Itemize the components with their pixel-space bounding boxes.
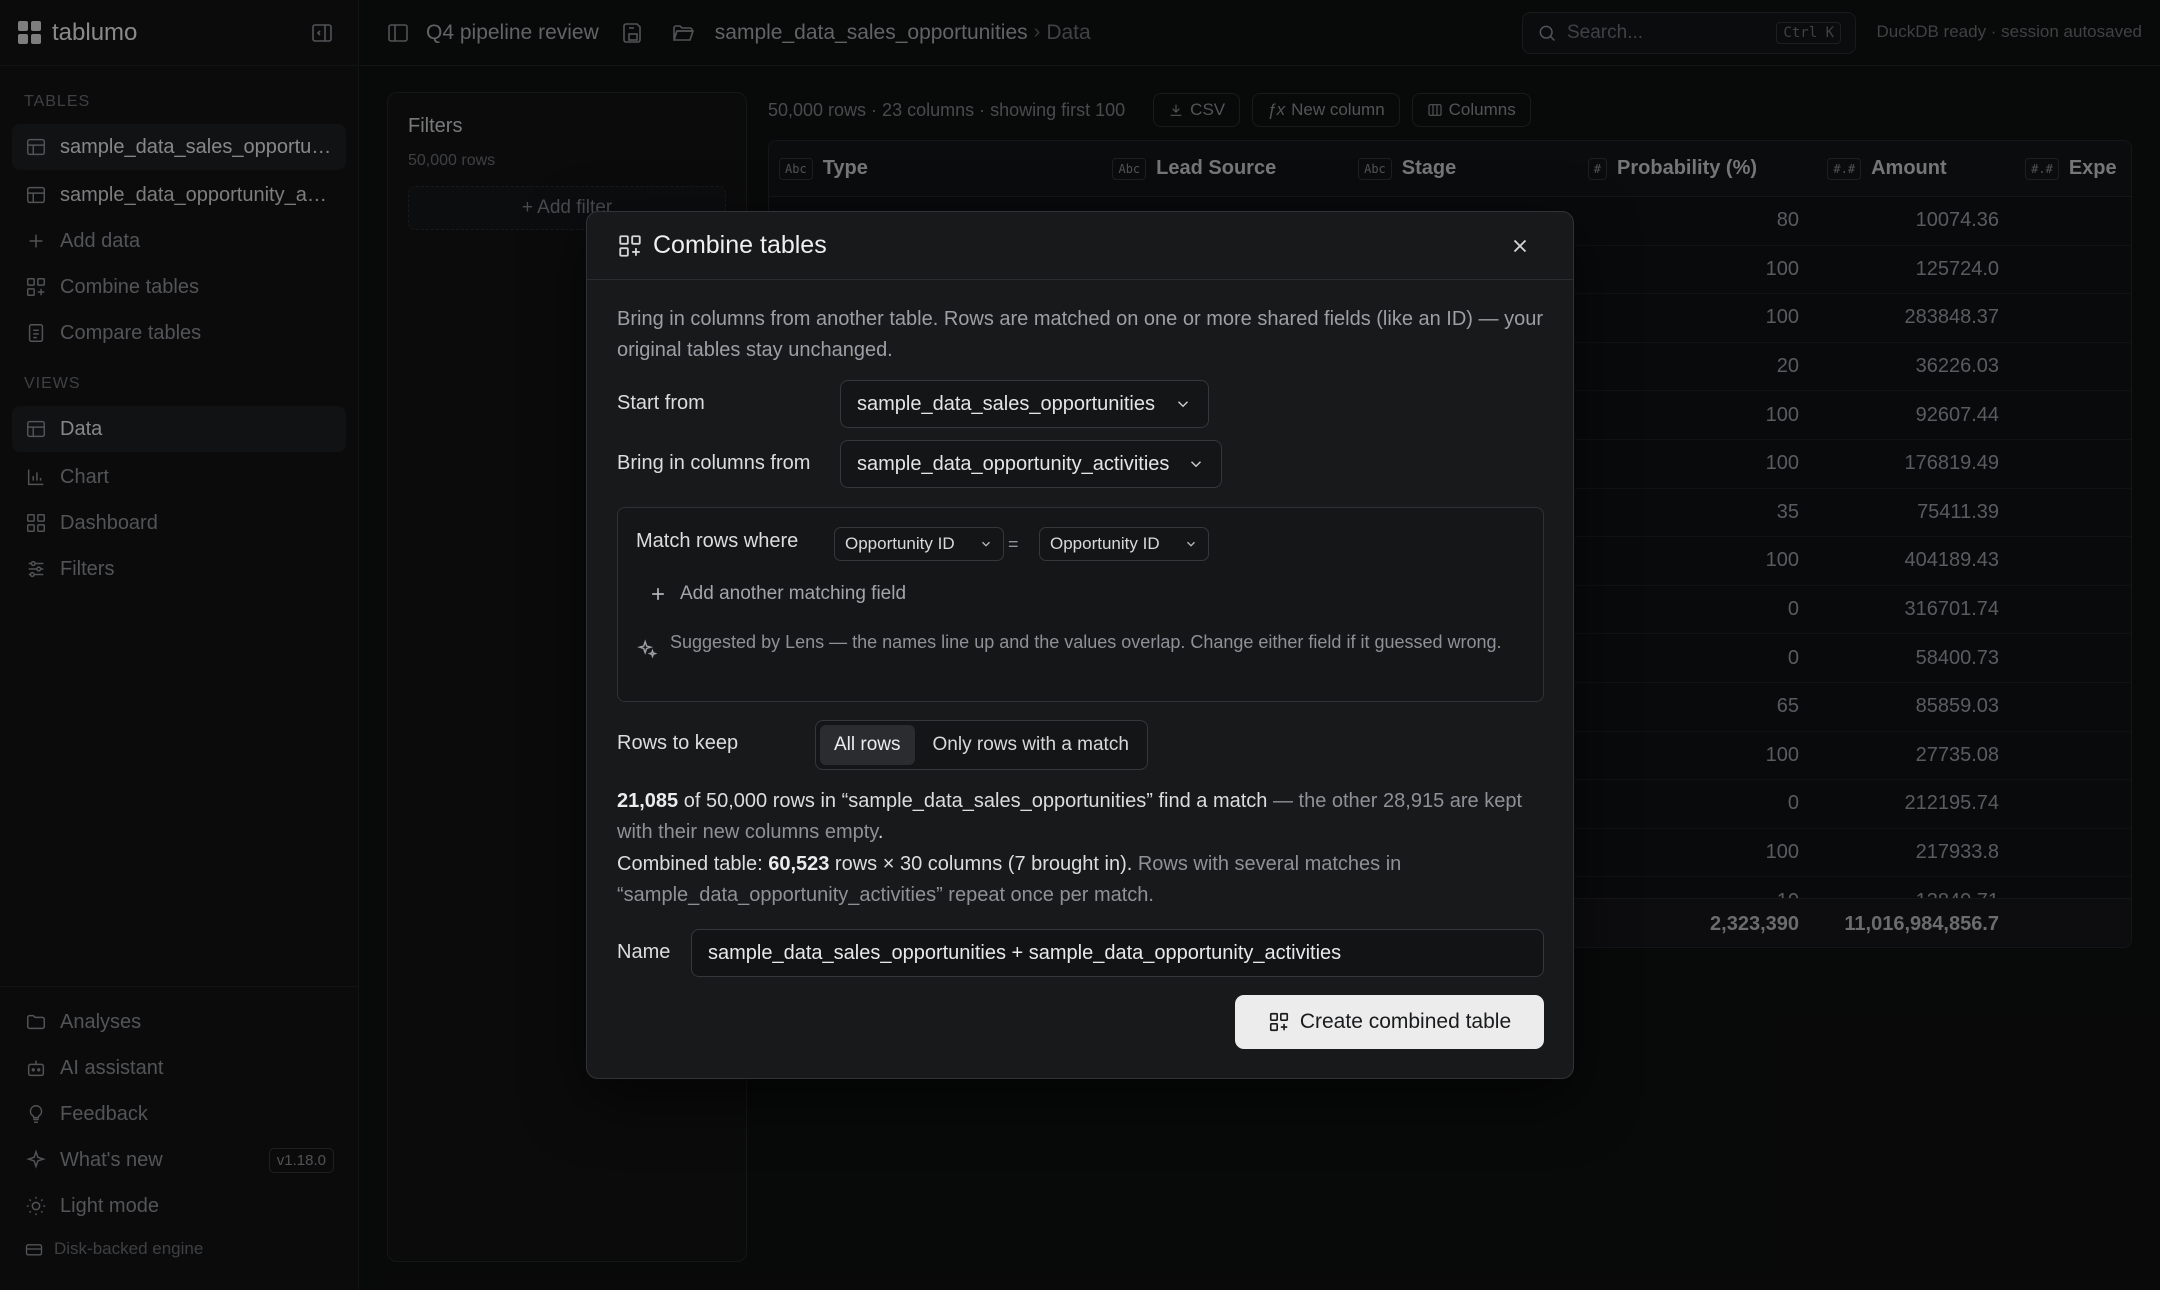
left-match-field-value: Opportunity ID	[845, 534, 955, 553]
combine-tables-dialog: Combine tables Bring in columns from ano…	[586, 211, 1574, 1079]
chevron-down-icon	[979, 537, 993, 551]
combine-icon	[617, 233, 643, 259]
right-match-field-select[interactable]: Opportunity ID	[1039, 527, 1209, 561]
rows-option-all[interactable]: All rows	[820, 725, 915, 765]
add-matching-field-button[interactable]: Add another matching field	[648, 583, 906, 605]
start-from-select[interactable]: sample_data_sales_opportunities	[840, 380, 1209, 428]
combined-summary: Combined table: 60,523 rows × 30 columns…	[617, 849, 1547, 911]
rows-to-keep-toggle: All rows Only rows with a match	[815, 720, 1148, 770]
left-match-field-select[interactable]: Opportunity ID	[834, 527, 1004, 561]
rows-to-keep-label: Rows to keep	[617, 732, 739, 754]
dialog-intro: Bring in columns from another table. Row…	[617, 308, 1543, 361]
matched-count: 21,085	[617, 790, 679, 812]
add-matching-field-label: Add another matching field	[680, 583, 907, 604]
right-match-field-value: Opportunity ID	[1050, 534, 1160, 553]
sparkle-icon	[636, 638, 658, 660]
lens-suggestion-text: Suggested by Lens — the names line up an…	[670, 632, 1502, 652]
chevron-down-icon	[1174, 395, 1192, 413]
plus-icon	[648, 584, 668, 604]
chevron-down-icon	[1184, 537, 1198, 551]
close-icon[interactable]	[1507, 233, 1533, 259]
combined-columns-text: rows × 30 columns (7 brought in).	[829, 853, 1133, 875]
lens-suggestion: Suggested by Lens — the names line up an…	[636, 629, 1516, 660]
start-from-label: Start from	[617, 392, 705, 414]
dialog-title: Combine tables	[653, 231, 827, 259]
bring-columns-label: Bring in columns from	[617, 452, 811, 474]
combined-prefix: Combined table:	[617, 853, 769, 875]
combined-row-count: 60,523	[768, 853, 830, 875]
equals-sign: =	[1008, 534, 1019, 554]
dialog-header: Combine tables	[587, 212, 1573, 280]
combined-table-name-input[interactable]	[691, 929, 1544, 977]
rows-option-matched-only[interactable]: Only rows with a match	[919, 725, 1143, 765]
create-combined-table-label: Create combined table	[1299, 1010, 1512, 1033]
create-combined-table-button[interactable]: Create combined table	[1235, 995, 1544, 1049]
start-from-value: sample_data_sales_opportunities	[857, 392, 1155, 415]
name-label: Name	[617, 941, 671, 963]
combine-icon	[1268, 1011, 1290, 1033]
match-rows-box: Match rows where Opportunity ID = Opport…	[617, 507, 1544, 702]
bring-columns-select[interactable]: sample_data_opportunity_activities	[840, 440, 1222, 488]
match-rows-label: Match rows where	[636, 530, 799, 552]
match-summary: 21,085 of 50,000 rows in “sample_data_sa…	[617, 786, 1547, 848]
matched-text: of 50,000 rows in “sample_data_sales_opp…	[678, 790, 1268, 812]
chevron-down-icon	[1187, 455, 1205, 473]
bring-columns-value: sample_data_opportunity_activities	[857, 452, 1170, 475]
dialog-body: Bring in columns from another table. Row…	[587, 304, 1573, 366]
matched-period: .	[877, 821, 884, 843]
